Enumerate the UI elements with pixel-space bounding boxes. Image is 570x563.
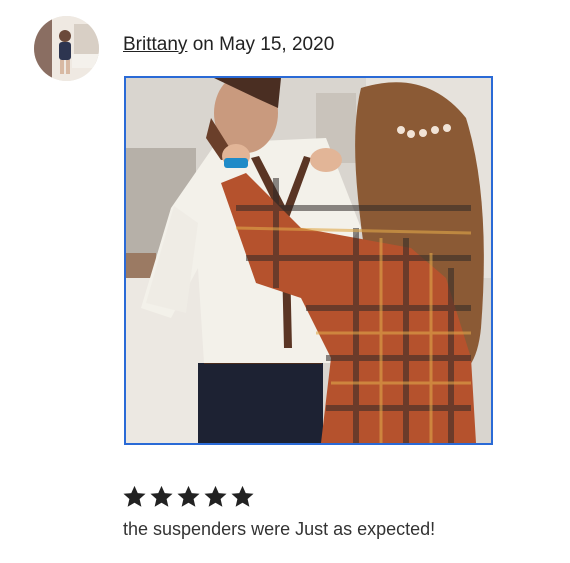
review-meta: Brittany on May 15, 2020 (123, 34, 334, 56)
review-text: the suspenders were Just as expected! (123, 519, 436, 539)
reviewer-avatar[interactable] (34, 16, 99, 81)
date-connector: on (187, 34, 220, 55)
star-icon (150, 485, 173, 507)
review-date: May 15, 2020 (219, 34, 335, 55)
avatar-image (34, 16, 99, 81)
review-photo-image (126, 78, 491, 443)
star-icon (123, 485, 146, 507)
review-photo[interactable] (124, 76, 493, 445)
star-icon (231, 485, 254, 507)
star-icon (204, 485, 227, 507)
reviewer-name-link[interactable]: Brittany (123, 34, 187, 55)
star-icon (177, 485, 200, 507)
star-rating (122, 484, 255, 509)
